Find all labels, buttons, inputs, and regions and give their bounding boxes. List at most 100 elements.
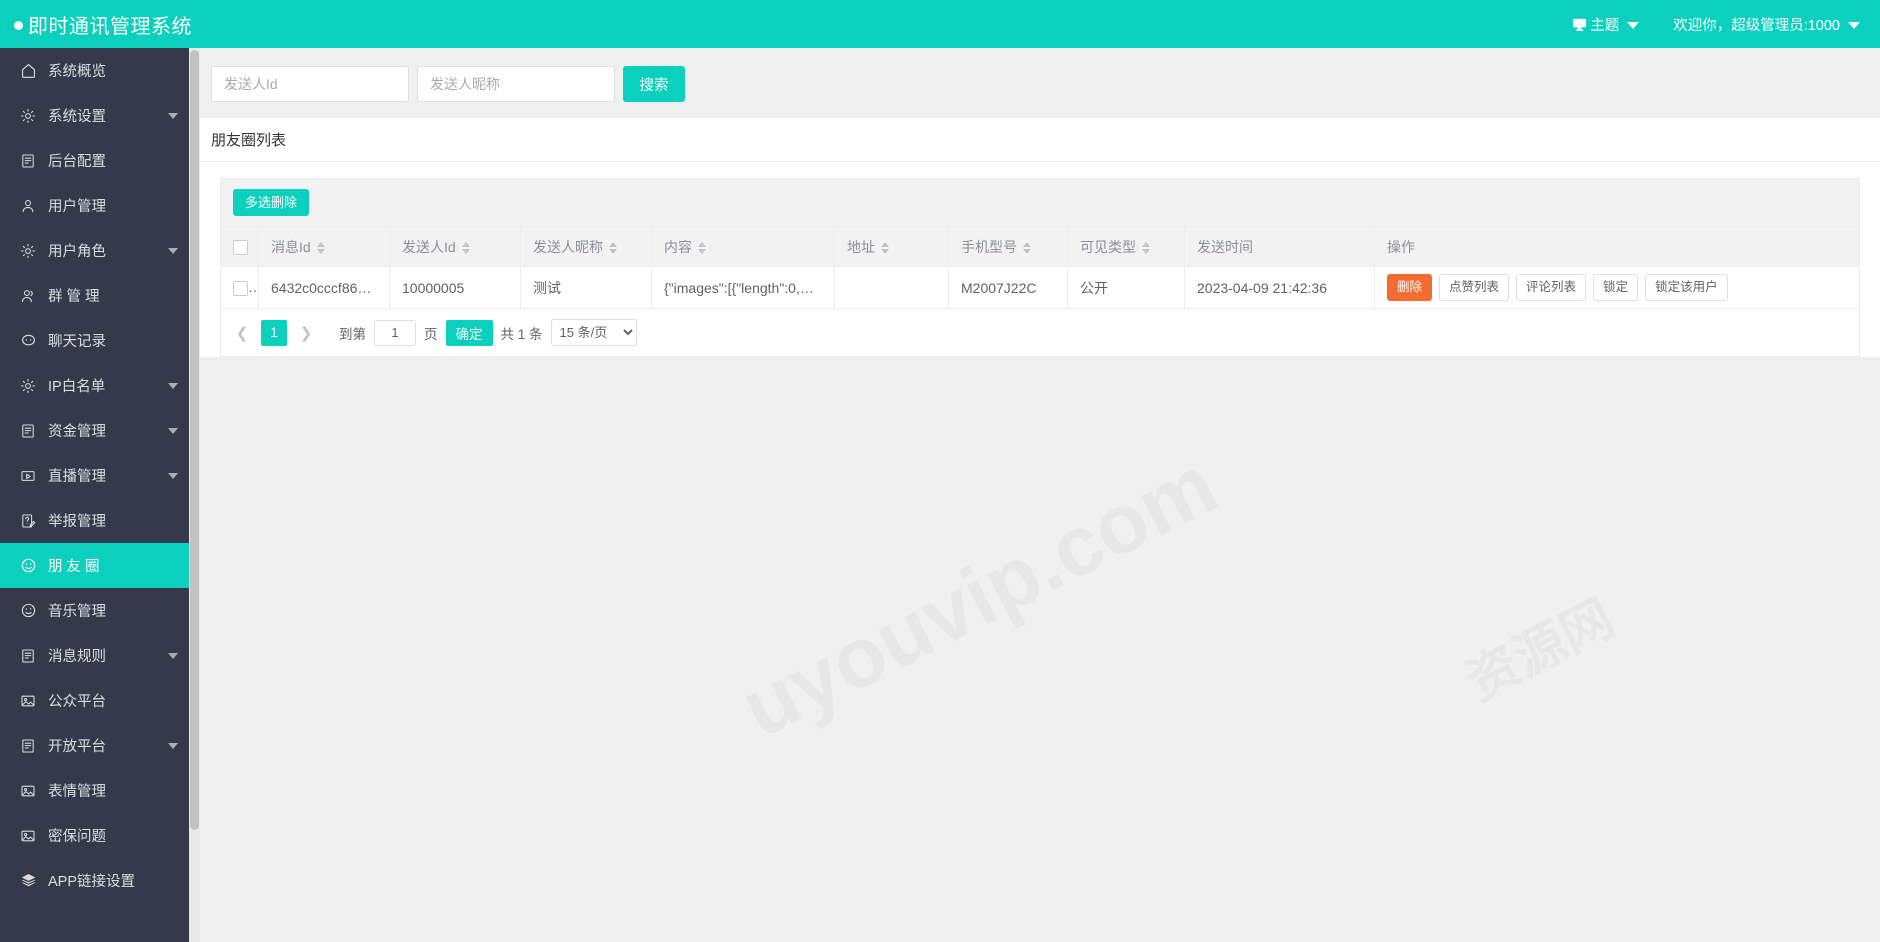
chevron-down-icon bbox=[168, 472, 178, 479]
chevron-down-icon bbox=[168, 652, 178, 659]
sidebar-item-label: 系统概览 bbox=[48, 64, 106, 80]
column-label: 地址 bbox=[847, 238, 875, 255]
sort-toggle-icon[interactable] bbox=[316, 241, 325, 254]
friend-circle-panel: 朋友圈列表 多选删除 消息Id 发送人Id 发送人昵称 内容 地址 手机型号 可… bbox=[200, 118, 1880, 357]
sidebar-item-19[interactable]: APP链接设置 bbox=[0, 858, 200, 903]
sidebar-item-4[interactable]: 用户管理 bbox=[0, 183, 200, 228]
multi-delete-button[interactable]: 多选删除 bbox=[233, 189, 310, 216]
column-header-send-time: 发送时间 bbox=[1184, 226, 1375, 267]
column-label: 发送时间 bbox=[1197, 238, 1253, 255]
column-label: 消息Id bbox=[271, 238, 311, 255]
header-right-group: 主题 欢迎你，超级管理员:1000 bbox=[1538, 14, 1880, 35]
column-header-msg-id[interactable]: 消息Id bbox=[258, 226, 390, 267]
sidebar-scrollbar-thumb[interactable] bbox=[190, 50, 199, 830]
sidebar-item-label: 用户角色 bbox=[48, 244, 106, 260]
sidebar-navigation: 系统概览系统设置 后台配置 用户管理用户角色群 管 理聊天记录 IP白名单资金管理直播… bbox=[0, 48, 200, 942]
goto-page-input[interactable] bbox=[374, 319, 416, 346]
brand-dot-icon bbox=[14, 20, 23, 30]
cell-sender-nick: 测试 bbox=[520, 266, 652, 309]
sidebar-item-2[interactable]: 系统设置 bbox=[0, 93, 200, 138]
row-action-4-button[interactable]: 锁定 bbox=[1593, 274, 1639, 301]
clipboard-icon bbox=[18, 421, 38, 441]
sort-toggle-icon[interactable] bbox=[1142, 241, 1150, 254]
cell-visible-type: 公开 bbox=[1067, 266, 1185, 309]
home-icon bbox=[18, 61, 38, 81]
smile-icon bbox=[18, 556, 38, 576]
column-header-address[interactable]: 地址 bbox=[834, 226, 949, 267]
video-icon bbox=[18, 466, 38, 486]
row-action-3-button[interactable]: 评论列表 bbox=[1516, 274, 1587, 301]
column-header-visible-type[interactable]: 可见类型 bbox=[1067, 226, 1185, 267]
sidebar-item-9[interactable]: 资金管理 bbox=[0, 408, 200, 453]
chevron-down-icon bbox=[168, 742, 178, 749]
sort-toggle-icon[interactable] bbox=[461, 241, 470, 254]
sidebar-item-18[interactable]: 密保问题 bbox=[0, 813, 200, 858]
column-header-sender-nickname[interactable]: 发送人昵称 bbox=[520, 226, 652, 267]
sidebar-item-11[interactable]: 举报管理 bbox=[0, 498, 200, 543]
cell-operations: 删除 点赞列表 评论列表 锁定 锁定该用户 bbox=[1374, 266, 1860, 309]
sort-toggle-icon[interactable] bbox=[609, 241, 617, 254]
image-icon bbox=[18, 781, 38, 801]
pagination-page-1[interactable]: 1 bbox=[261, 319, 287, 346]
sidebar-item-14[interactable]: 消息规则 bbox=[0, 633, 200, 678]
theme-switcher[interactable]: 主题 bbox=[1572, 14, 1640, 35]
chevron-down-icon bbox=[168, 247, 178, 254]
sidebar-item-label: IP白名单 bbox=[48, 379, 106, 395]
sidebar-item-label: 资金管理 bbox=[48, 424, 106, 440]
sort-toggle-icon[interactable] bbox=[698, 241, 706, 254]
sidebar-item-13[interactable]: 音乐管理 bbox=[0, 588, 200, 633]
sender-id-input[interactable] bbox=[211, 66, 409, 102]
row-action-2-button[interactable]: 点赞列表 bbox=[1439, 274, 1510, 301]
column-header-content[interactable]: 内容 bbox=[651, 226, 835, 267]
sidebar-item-7[interactable]: 聊天记录 bbox=[0, 318, 200, 363]
sidebar-item-8[interactable]: IP白名单 bbox=[0, 363, 200, 408]
sort-toggle-icon[interactable] bbox=[1023, 241, 1031, 254]
sidebar-item-17[interactable]: 表情管理 bbox=[0, 768, 200, 813]
row-action-1-button[interactable]: 删除 bbox=[1387, 274, 1433, 301]
sidebar-item-label: 举报管理 bbox=[48, 514, 106, 530]
pagination-next-button[interactable]: ❯ bbox=[293, 320, 319, 346]
sidebar-item-12[interactable]: 朋 友 圈 bbox=[0, 543, 200, 588]
gear-icon bbox=[18, 241, 38, 261]
chevron-down-icon bbox=[1848, 21, 1860, 29]
sort-toggle-icon[interactable] bbox=[881, 241, 889, 254]
column-label: 内容 bbox=[664, 238, 692, 255]
sidebar-item-label: 公众平台 bbox=[48, 694, 106, 710]
cell-sender-id: 10000005 bbox=[389, 266, 521, 309]
goto-confirm-button[interactable]: 确定 bbox=[445, 319, 493, 346]
page-title: 朋友圈列表 bbox=[211, 132, 287, 149]
clipboard-icon bbox=[18, 151, 38, 171]
row-checkbox[interactable] bbox=[233, 280, 248, 296]
cell-content: {"images":[{"length":0,… bbox=[651, 266, 835, 309]
column-header-phone-model[interactable]: 手机型号 bbox=[948, 226, 1068, 267]
column-header-sender-id[interactable]: 发送人Id bbox=[389, 226, 521, 267]
sidebar-item-label: 聊天记录 bbox=[48, 334, 106, 350]
sidebar-item-10[interactable]: 直播管理 bbox=[0, 453, 200, 498]
brand-title-group: 即时通讯管理系统 bbox=[0, 10, 192, 39]
row-action-5-button[interactable]: 锁定该用户 bbox=[1645, 274, 1728, 301]
user-menu[interactable]: 欢迎你，超级管理员:1000 bbox=[1673, 14, 1860, 35]
select-all-checkbox[interactable] bbox=[233, 239, 248, 255]
column-label: 可见类型 bbox=[1080, 238, 1136, 255]
sidebar-item-1[interactable]: 系统概览 bbox=[0, 48, 200, 93]
search-button[interactable]: 搜索 bbox=[623, 66, 685, 102]
watermark-text: uyouvip.com bbox=[726, 436, 1232, 758]
sidebar-item-16[interactable]: 开放平台 bbox=[0, 723, 200, 768]
pagination-prev-button[interactable]: ❮ bbox=[229, 320, 255, 346]
chevron-down-icon bbox=[168, 427, 178, 434]
page-size-select[interactable]: 15 条/页30 条/页50 条/页100 条/页 bbox=[550, 319, 637, 346]
sidebar-item-5[interactable]: 用户角色 bbox=[0, 228, 200, 273]
sidebar-item-3[interactable]: 后台配置 bbox=[0, 138, 200, 183]
row-action-group: 删除 点赞列表 评论列表 锁定 锁定该用户 bbox=[1387, 274, 1847, 301]
user-icon bbox=[18, 196, 38, 216]
sidebar-item-label: 表情管理 bbox=[48, 784, 106, 800]
smile-icon bbox=[18, 601, 38, 621]
sidebar-item-15[interactable]: 公众平台 bbox=[0, 678, 200, 723]
sidebar-item-6[interactable]: 群 管 理 bbox=[0, 273, 200, 318]
sidebar-scroll-area: 系统概览系统设置 后台配置 用户管理用户角色群 管 理聊天记录 IP白名单资金管理直播… bbox=[0, 48, 200, 942]
row-select-cell bbox=[220, 266, 259, 309]
image-icon bbox=[18, 691, 38, 711]
sidebar-item-label: 开放平台 bbox=[48, 739, 106, 755]
sender-nickname-input[interactable] bbox=[417, 66, 615, 102]
sidebar-item-label: APP链接设置 bbox=[48, 874, 136, 890]
